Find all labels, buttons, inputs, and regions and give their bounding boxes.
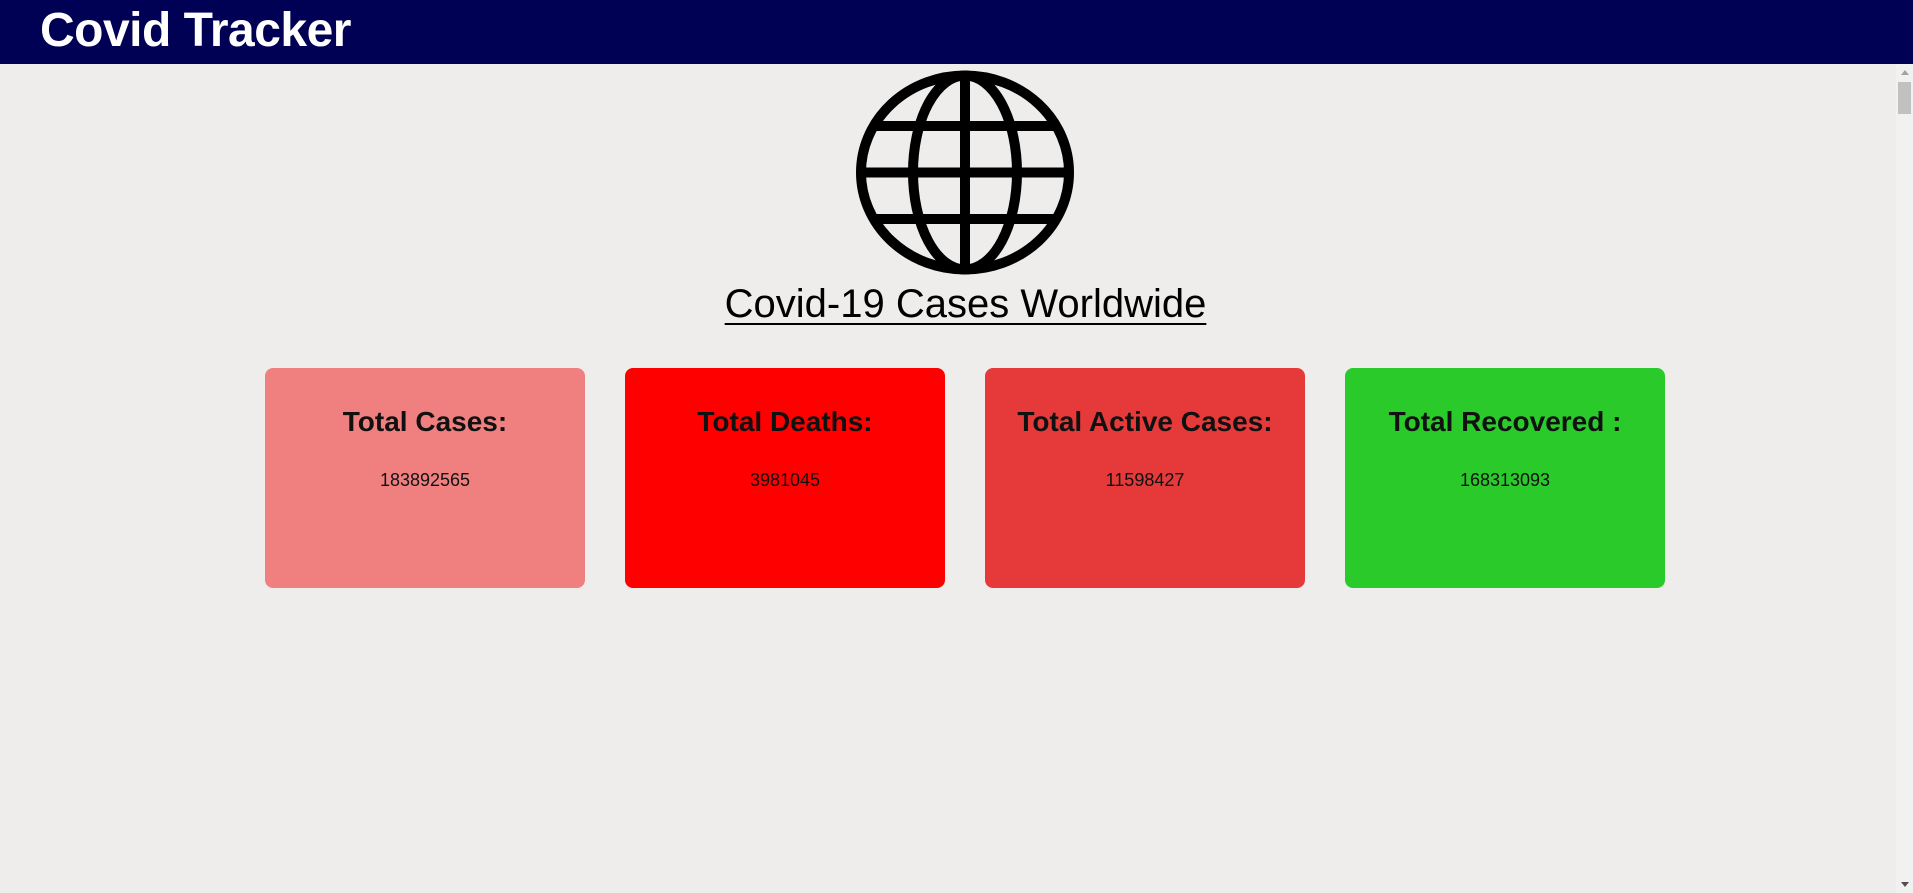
vertical-scrollbar[interactable] [1896,64,1913,893]
page-heading: Covid-19 Cases Worldwide [724,282,1207,326]
main-content: Covid-19 Cases Worldwide Total Cases: 18… [0,64,1896,893]
scroll-down-arrow-icon[interactable] [1896,876,1913,893]
card-value: 168313093 [1459,470,1551,490]
navbar: Covid Tracker [0,0,1913,64]
card-value: 3981045 [749,470,821,490]
card-title: Total Deaths: [697,406,873,437]
card-value: 183892565 [379,470,471,490]
card-title: Total Cases: [342,406,508,437]
total-cases-card: Total Cases: 183892565 [265,368,585,588]
total-recovered-card: Total Recovered : 168313093 [1345,368,1665,588]
card-value: 11598427 [1105,470,1185,490]
scrollbar-thumb[interactable] [1898,82,1911,114]
total-deaths-card: Total Deaths: 3981045 [625,368,945,588]
brand-title[interactable]: Covid Tracker [40,4,351,58]
total-active-cases-card: Total Active Cases: 11598427 [985,368,1305,588]
card-title: Total Recovered : [1388,406,1622,437]
globe-icon [856,70,1074,275]
scroll-up-arrow-icon[interactable] [1896,64,1913,81]
card-title: Total Active Cases: [1017,406,1273,437]
